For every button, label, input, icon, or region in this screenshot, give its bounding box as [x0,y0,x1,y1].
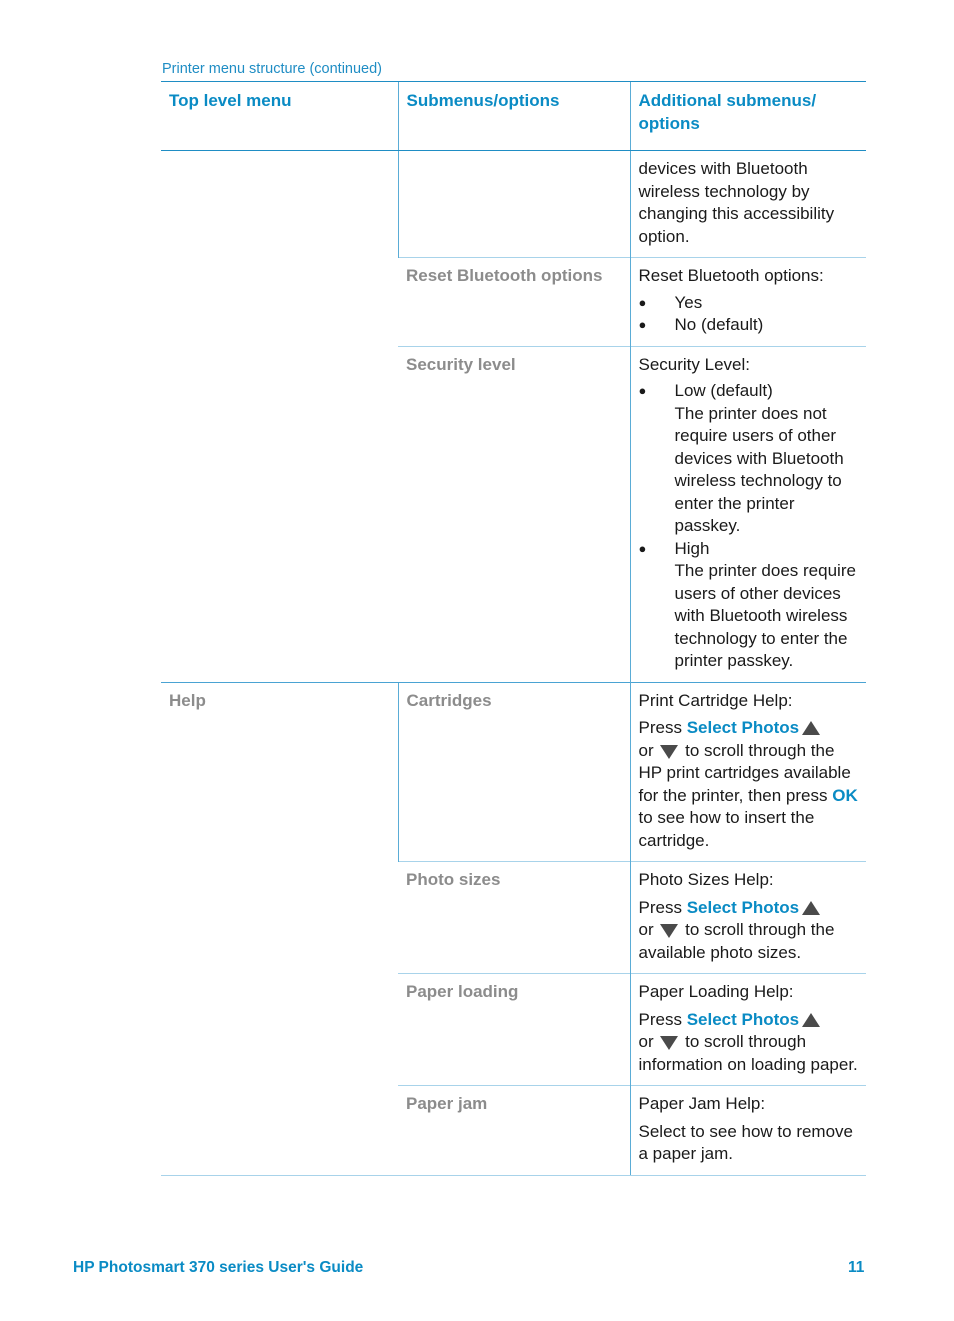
submenu-security-level: Security level [398,345,630,682]
up-arrow-icon [802,900,821,915]
select-photos-button-label: Select Photos [686,897,800,917]
description-cell: Paper Loading Help: Press Select Photos o… [629,973,866,1086]
description-cell: devices with Bluetooth wireless technolo… [629,150,866,258]
description-cell: Print Cartridge Help: Press Select Photo… [629,681,866,862]
description-intro: Print Cartridge Help: [638,690,793,710]
submenu-paper-loading: Paper loading [398,973,630,1086]
header-submenus-options: Submenus/options [397,81,630,151]
submenu-photo-sizes: Photo sizes [398,861,630,974]
description-body: Press Select Photos or to scroll through … [638,718,858,850]
table-row: Help Cartridges Print Cartridge Help: Pr… [161,681,866,1176]
page-number: 11 [848,1259,865,1276]
down-arrow-icon [660,744,679,759]
submenu-cell-empty [397,150,630,258]
select-photos-button-label: Select Photos [686,1009,800,1029]
description-intro: Security Level: [638,354,751,374]
table-row: devices with Bluetooth wireless technolo… [161,150,866,258]
printer-menu-table: Top level menu Submenus/options Addition… [161,81,866,1176]
description-cell: Paper Jam Help: Select to see how to rem… [629,1085,866,1176]
option-item: High The printer does require users of o… [639,538,859,673]
ok-button-label: OK [832,785,858,805]
description-intro: Paper Loading Help: [638,982,794,1001]
up-arrow-icon [802,1012,821,1027]
submenu-paper-jam: Paper jam [398,1085,630,1176]
option-list: Low (default) The printer does not requi… [639,380,859,673]
option-item: No (default) [639,314,859,337]
down-arrow-icon [660,924,679,938]
table-header-row: Top level menu Submenus/options Addition… [161,81,866,151]
up-arrow-icon [802,721,821,735]
description-cell: Security Level: Low (default) The printe… [629,345,866,682]
option-list: Yes No (default) [639,292,859,337]
submenu-cartridges: Cartridges [397,681,630,862]
submenu-reset-bluetooth: Reset Bluetooth options [398,257,630,346]
option-desc: The printer does not require users of ot… [674,403,844,536]
top-menu-help: Help [161,681,398,1176]
description-cell: Photo Sizes Help: Press Select Photos or … [629,861,866,974]
option-item: Low (default) The printer does not requi… [639,380,859,538]
header-top-level-menu: Top level menu [161,81,398,151]
top-menu-cell-empty [161,151,398,683]
option-title: Low (default) [674,381,773,400]
down-arrow-icon [660,1036,679,1050]
option-item: Yes [639,292,859,315]
description-cell: Reset Bluetooth options: Yes No (default… [629,257,866,346]
select-photos-button-label: Select Photos [686,718,800,737]
description-body: Press Select Photos or to scroll through … [638,897,835,962]
description-intro: Photo Sizes Help: [638,870,774,889]
description-body: Press Select Photos or to scroll through … [638,1009,858,1074]
option-desc: The printer does require users of other … [674,561,856,670]
table-caption: Printer menu structure (continued) [162,61,383,77]
description-intro: Reset Bluetooth options: [638,266,824,285]
description-intro: Paper Jam Help: [638,1094,766,1113]
option-title: High [674,538,710,558]
header-additional-submenus: Additional submenus/ options [629,81,866,151]
description-body: Select to see how to remove a paper jam. [638,1121,854,1164]
footer-guide-title: HP Photosmart 370 series User's Guide [73,1259,364,1276]
